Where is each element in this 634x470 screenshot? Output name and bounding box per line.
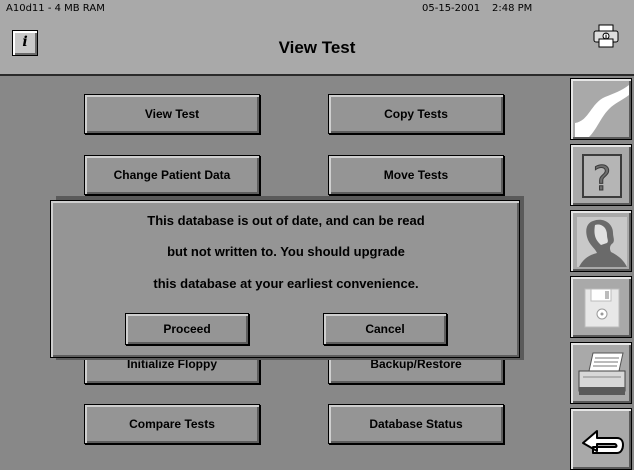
dialog-message-line-3: this database at your earliest convenien…: [153, 276, 419, 291]
return-button[interactable]: [570, 408, 632, 470]
wave-icon: [575, 85, 629, 137]
help-icon: ?: [582, 154, 622, 200]
upgrade-warning-dialog: This database is out of date, and can be…: [50, 200, 520, 358]
time-display: 2:48 PM: [492, 3, 533, 14]
side-toolbar: ?: [568, 76, 634, 470]
patient-button[interactable]: [570, 210, 632, 272]
title-bar: A10d11 - 4 MB RAM 05-15-2001 2:48 PM i V…: [0, 0, 634, 76]
dialog-message-line-2: but not written to. You should upgrade: [167, 244, 405, 259]
database-status-button[interactable]: Database Status: [328, 404, 504, 444]
dialog-message-line-1: This database is out of date, and can be…: [147, 213, 425, 228]
application-screen: A10d11 - 4 MB RAM 05-15-2001 2:48 PM i V…: [0, 0, 634, 470]
proceed-button[interactable]: Proceed: [125, 313, 249, 345]
printer-icon: [578, 352, 626, 395]
cancel-button[interactable]: Cancel: [323, 313, 447, 345]
date-display: 05-15-2001: [422, 3, 481, 14]
move-tests-button[interactable]: Move Tests: [328, 155, 504, 195]
floppy-disk-button[interactable]: [570, 276, 632, 338]
return-arrow-icon: [582, 430, 624, 454]
printer-status-icon[interactable]: i: [592, 24, 620, 48]
view-test-button[interactable]: View Test: [84, 94, 260, 134]
waveform-button[interactable]: [570, 78, 632, 140]
change-patient-data-button[interactable]: Change Patient Data: [84, 155, 260, 195]
copy-tests-button[interactable]: Copy Tests: [328, 94, 504, 134]
page-title: View Test: [278, 38, 356, 57]
system-info: A10d11 - 4 MB RAM: [6, 3, 105, 14]
floppy-disk-icon: [584, 288, 620, 328]
svg-text:?: ?: [593, 159, 611, 199]
print-button[interactable]: [570, 342, 632, 404]
compare-tests-button[interactable]: Compare Tests: [84, 404, 260, 444]
patient-profile-icon: [577, 217, 627, 267]
svg-text:i: i: [605, 34, 607, 41]
help-button[interactable]: ?: [570, 144, 632, 206]
